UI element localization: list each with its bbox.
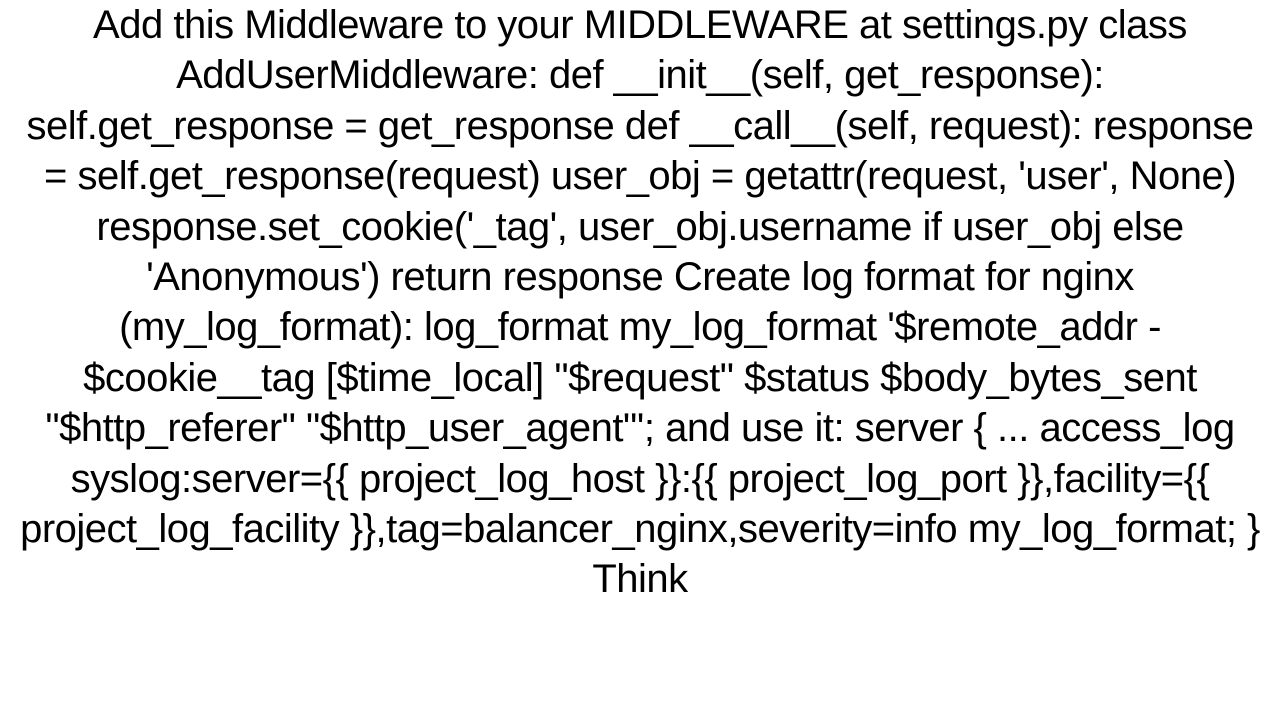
document-body: Add this Middleware to your MIDDLEWARE a… [0, 0, 1280, 720]
document-text: Add this Middleware to your MIDDLEWARE a… [20, 3, 1260, 601]
